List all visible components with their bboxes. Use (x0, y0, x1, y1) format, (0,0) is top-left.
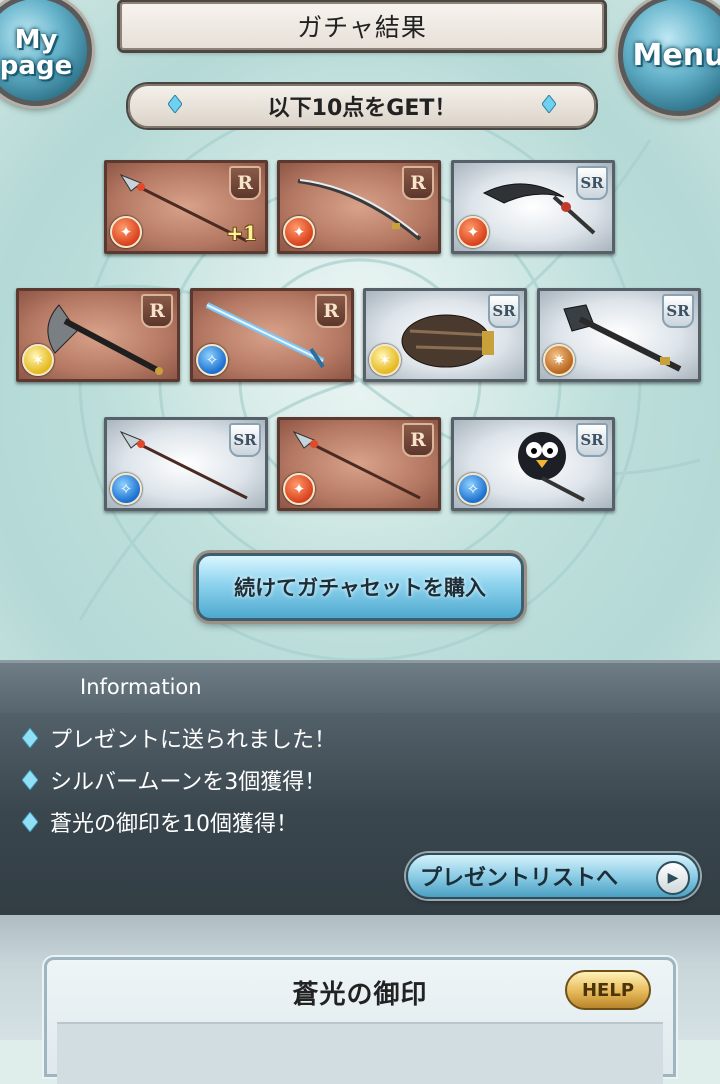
plus-bonus-badge: +1 (226, 221, 257, 245)
continue-gacha-label: 続けてガチャセットを購入 (234, 576, 486, 600)
light-element-icon: ✶ (369, 344, 401, 376)
bottom-area: 蒼光の御印 HELP (0, 915, 720, 1084)
help-label: HELP (581, 979, 635, 1001)
crystal-icon (168, 95, 182, 113)
item-panel-body (57, 1022, 663, 1084)
help-button[interactable]: HELP (565, 970, 651, 1010)
earth-element-icon: ✷ (543, 344, 575, 376)
light-element-icon: ✶ (22, 344, 54, 376)
water-element-icon: ✧ (110, 473, 142, 505)
get-banner-text: 以下10点をGET！ (267, 96, 457, 121)
rarity-badge: R (229, 166, 261, 200)
result-card[interactable]: R ✧ (190, 288, 354, 382)
rarity-badge: SR (576, 166, 608, 200)
result-card[interactable]: R ✦ (277, 417, 441, 511)
rarity-badge: SR (662, 294, 694, 328)
rarity-badge: SR (229, 423, 261, 457)
crystal-bullet-icon (22, 770, 38, 790)
result-card[interactable]: SR ✷ (537, 288, 701, 382)
page-title: ガチャ結果 (297, 13, 427, 42)
get-banner: 以下10点をGET！ (128, 84, 596, 128)
crystal-bullet-icon (22, 812, 38, 832)
item-panel: 蒼光の御印 HELP (44, 957, 676, 1084)
present-list-button[interactable]: プレゼントリストへ ▶ (406, 853, 700, 899)
result-card[interactable]: SR ✶ (363, 288, 527, 382)
crystal-icon (542, 95, 556, 113)
information-text: シルバームーンを3個獲得！ (50, 770, 327, 795)
rarity-badge: SR (488, 294, 520, 328)
information-text: プレゼントに送られました！ (50, 728, 337, 753)
page-header: ガチャ結果 (120, 2, 604, 50)
result-card[interactable]: SR ✧ (451, 417, 615, 511)
list-item: シルバームーンを3個獲得！ (22, 759, 702, 801)
information-panel: Information プレゼントに送られました！ シルバームーンを3個獲得！ … (0, 660, 720, 918)
fire-element-icon: ✦ (457, 216, 489, 248)
menu-label: Menu (632, 37, 720, 73)
continue-gacha-button[interactable]: 続けてガチャセットを購入 (196, 553, 524, 621)
information-title: Information (80, 675, 202, 699)
rarity-badge: R (315, 294, 347, 328)
result-card[interactable]: R ✦ (277, 160, 441, 254)
fire-element-icon: ✦ (283, 216, 315, 248)
result-card[interactable]: SR ✧ (104, 417, 268, 511)
information-list: プレゼントに送られました！ シルバームーンを3個獲得！ 蒼光の御印を10個獲得！ (22, 717, 702, 843)
list-item: 蒼光の御印を10個獲得！ (22, 801, 702, 843)
list-item: プレゼントに送られました！ (22, 717, 702, 759)
result-card[interactable]: R ✶ (16, 288, 180, 382)
water-element-icon: ✧ (196, 344, 228, 376)
rarity-badge: R (402, 166, 434, 200)
fire-element-icon: ✦ (110, 216, 142, 248)
fire-element-icon: ✦ (283, 473, 315, 505)
information-header: Information (0, 663, 720, 713)
information-text: 蒼光の御印を10個獲得！ (50, 812, 298, 837)
arrow-right-icon: ▶ (656, 861, 690, 895)
water-element-icon: ✧ (457, 473, 489, 505)
rarity-badge: R (402, 423, 434, 457)
present-list-label: プレゼントリストへ (420, 866, 619, 891)
mypage-label: My page (0, 25, 73, 81)
rarity-badge: SR (576, 423, 608, 457)
result-card[interactable]: R ✦ +1 (104, 160, 268, 254)
crystal-bullet-icon (22, 728, 38, 748)
rarity-badge: R (141, 294, 173, 328)
result-card[interactable]: SR ✦ (451, 160, 615, 254)
